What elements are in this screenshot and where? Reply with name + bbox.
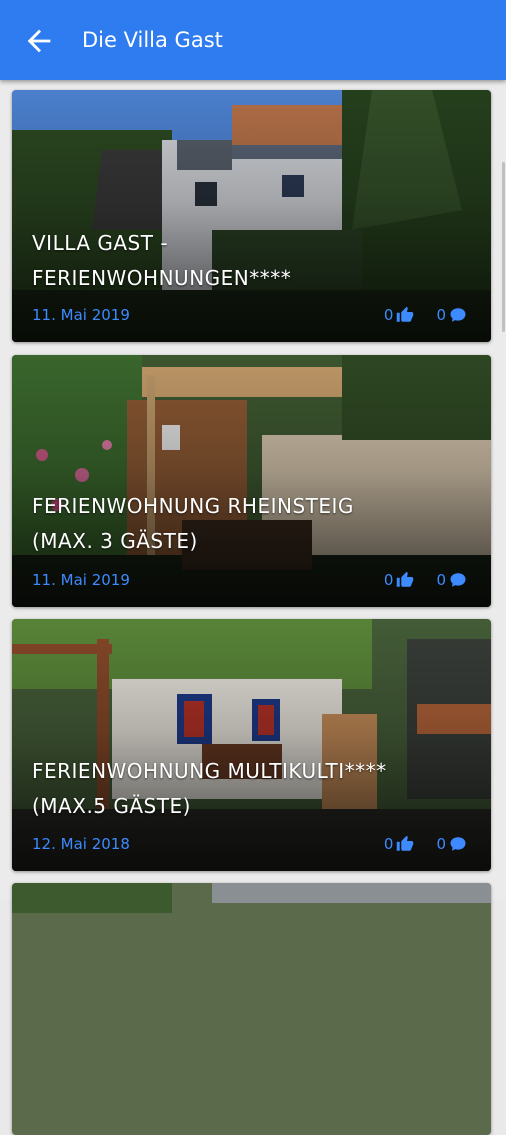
- card-title: Ferienwohnung Multikulti**** (Max.5 Gäst…: [32, 759, 387, 818]
- thumbs-up-icon: [397, 835, 414, 851]
- card-stats: 0 0: [362, 306, 467, 324]
- comment-counter[interactable]: 0: [436, 835, 467, 853]
- comment-counter[interactable]: 0: [436, 571, 467, 589]
- like-counter[interactable]: 0: [384, 306, 415, 324]
- app-bar: Die Villa Gast: [0, 0, 506, 80]
- post-card-multikulti[interactable]: Ferienwohnung Multikulti**** (Max.5 Gäst…: [12, 619, 491, 871]
- comment-icon: [450, 308, 466, 322]
- card-date: 11. Mai 2019: [32, 571, 130, 589]
- post-card-villa-gast[interactable]: Villa Gast - Ferienwohnungen**** 11. Mai…: [12, 90, 491, 342]
- post-list[interactable]: Villa Gast - Ferienwohnungen**** 11. Mai…: [0, 80, 506, 1135]
- comment-counter[interactable]: 0: [436, 306, 467, 324]
- card-title: Ferienwohnung Rheinsteig (Max. 3 Gäste): [32, 494, 354, 553]
- scrollbar[interactable]: [502, 162, 505, 332]
- like-counter[interactable]: 0: [384, 571, 415, 589]
- page-title: Die Villa Gast: [82, 28, 223, 52]
- card-stats: 0 0: [362, 571, 467, 589]
- thumbs-up-icon: [397, 306, 414, 322]
- card-title: Villa Gast - Ferienwohnungen****: [32, 231, 292, 290]
- arrow-back-icon[interactable]: [22, 24, 56, 58]
- card-date: 12. Mai 2018: [32, 835, 130, 853]
- card-image: [12, 883, 491, 1135]
- post-card-rheinsteig[interactable]: Ferienwohnung Rheinsteig (Max. 3 Gäste) …: [12, 355, 491, 607]
- comment-icon: [450, 573, 466, 587]
- thumbs-up-icon: [397, 571, 414, 587]
- card-stats: 0 0: [362, 835, 467, 853]
- like-counter[interactable]: 0: [384, 835, 415, 853]
- card-date: 11. Mai 2019: [32, 306, 130, 324]
- comment-icon: [450, 837, 466, 851]
- post-card-partial[interactable]: [12, 883, 491, 1135]
